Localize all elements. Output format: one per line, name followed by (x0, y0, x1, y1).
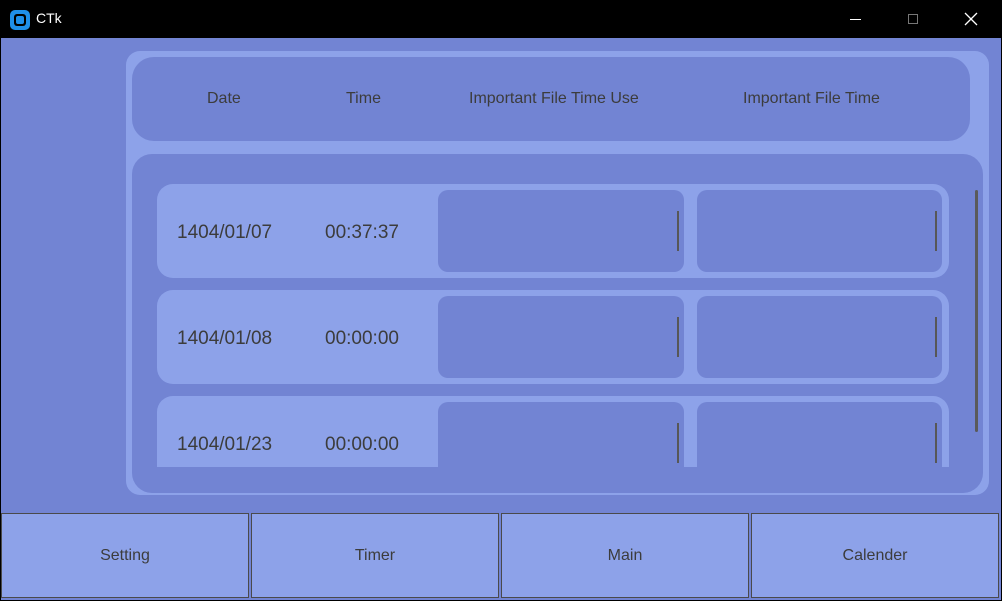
title-bar: CTk (0, 0, 1002, 38)
row-date: 1404/01/08 (177, 328, 273, 349)
nav-timer-button[interactable]: Timer (251, 513, 499, 598)
rows-scroll-area[interactable]: 1404/01/07 00:37:37 1404/01/08 00:00:00 (157, 184, 951, 467)
text-caret (677, 211, 679, 251)
text-caret (677, 317, 679, 357)
row-date: 1404/01/23 (177, 434, 273, 455)
header-file-time-use: Important File Time Use (469, 90, 639, 107)
nav-setting-button[interactable]: Setting (1, 513, 249, 598)
window-title: CTk (36, 10, 62, 26)
file-time-field[interactable] (697, 296, 942, 378)
file-time-field[interactable] (697, 190, 942, 272)
row-time: 00:37:37 (325, 222, 399, 243)
table-row: 1404/01/23 00:00:00 (157, 396, 949, 467)
row-time: 00:00:00 (325, 328, 399, 349)
nav-calender-button[interactable]: Calender (751, 513, 999, 598)
text-caret (935, 211, 937, 251)
maximize-icon[interactable] (884, 0, 942, 38)
file-time-use-field[interactable] (438, 190, 684, 272)
bottom-nav: Setting Timer Main Calender (1, 513, 1001, 600)
table-header: Date Time Important File Time Use Import… (132, 57, 970, 141)
table-row: 1404/01/08 00:00:00 (157, 290, 949, 384)
header-file-time: Important File Time (743, 90, 880, 107)
app-icon (10, 10, 30, 30)
file-time-field[interactable] (697, 402, 942, 467)
file-time-use-field[interactable] (438, 402, 684, 467)
table-row: 1404/01/07 00:37:37 (157, 184, 949, 278)
text-caret (935, 423, 937, 463)
header-time: Time (346, 90, 381, 107)
minimize-icon[interactable] (826, 0, 884, 38)
app-window: Date Time Important File Time Use Import… (1, 38, 1001, 600)
close-icon[interactable] (942, 0, 1000, 38)
vertical-scrollbar[interactable] (975, 190, 978, 432)
text-caret (677, 423, 679, 463)
row-date: 1404/01/07 (177, 222, 273, 243)
nav-main-button[interactable]: Main (501, 513, 749, 598)
header-date: Date (207, 90, 241, 107)
text-caret (935, 317, 937, 357)
row-time: 00:00:00 (325, 434, 399, 455)
file-time-use-field[interactable] (438, 296, 684, 378)
